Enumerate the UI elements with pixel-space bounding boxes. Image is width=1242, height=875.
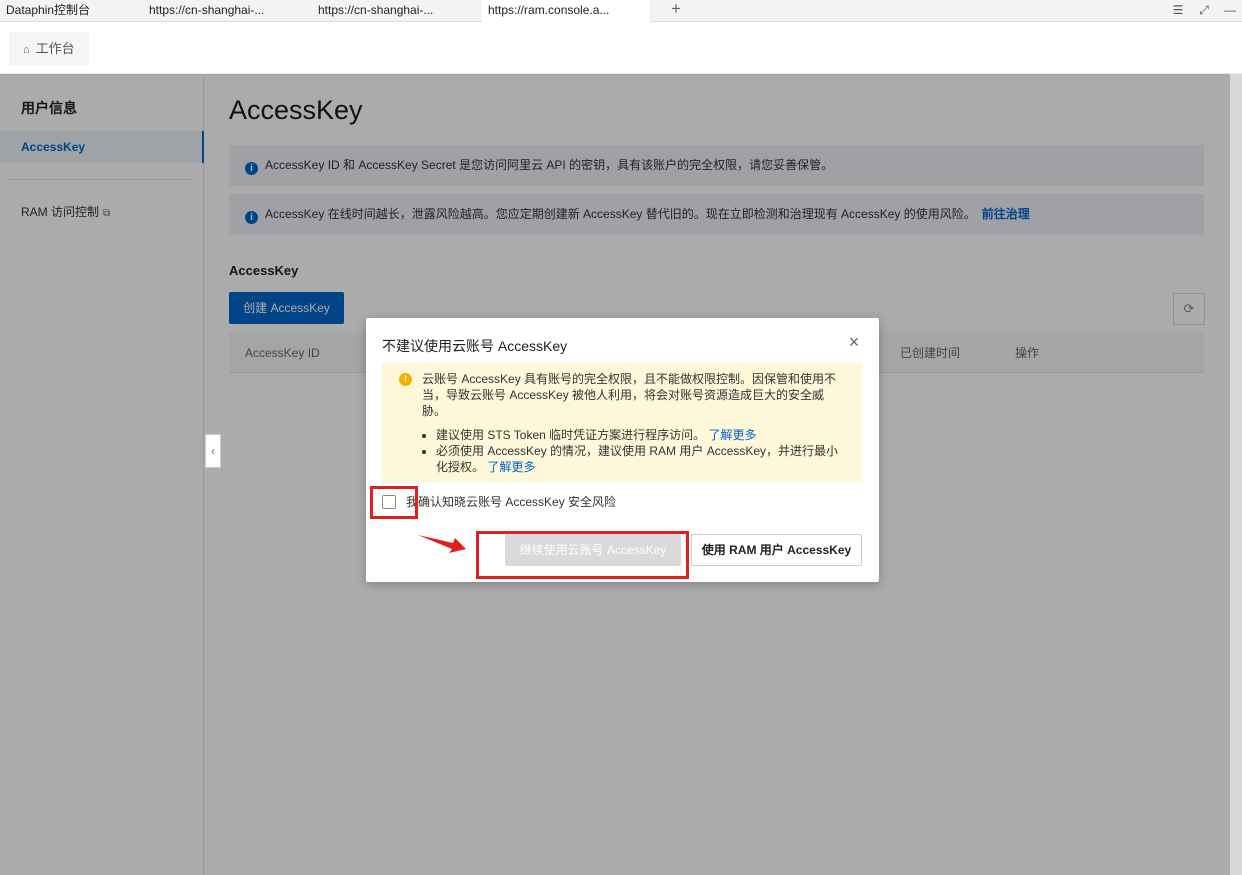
recommendation-list: 建议使用 STS Token 临时凭证方案进行程序访问。 了解更多 必须使用 A… xyxy=(422,427,848,475)
browser-tab-bar: Dataphin控制台 https://cn-shanghai-... http… xyxy=(0,0,1242,22)
learn-more-link[interactable]: 了解更多 xyxy=(709,428,757,442)
use-ram-accesskey-button[interactable]: 使用 RAM 用户 AccessKey xyxy=(691,534,862,566)
menu-icon[interactable]: ☰ xyxy=(1170,1,1186,19)
workbench-button[interactable]: ⌂ 工作台 xyxy=(9,32,89,65)
expand-icon[interactable]: ⤢ xyxy=(1196,1,1212,19)
warning-icon: ! xyxy=(399,373,412,386)
warning-alert: ! 云账号 AccessKey 具有账号的完全权限，且不能做权限控制。因保管和使… xyxy=(382,363,862,482)
workbench-label: 工作台 xyxy=(35,41,75,56)
browser-tab[interactable]: https://cn-shanghai-... xyxy=(312,0,480,22)
list-item: 必须使用 AccessKey 的情况，建议使用 RAM 用户 AccessKey… xyxy=(436,443,848,475)
top-nav: ⌂ 工作台 xyxy=(0,23,1242,74)
browser-tab-active[interactable]: https://ram.console.a... xyxy=(482,0,650,22)
annotation-box-button xyxy=(476,531,689,579)
browser-tab[interactable]: Dataphin控制台 xyxy=(0,0,142,22)
annotation-arrow-icon xyxy=(418,535,466,553)
annotation-box-checkbox xyxy=(370,486,418,519)
minimize-icon[interactable]: — xyxy=(1222,1,1238,19)
warning-text: 云账号 AccessKey 具有账号的完全权限，且不能做权限控制。因保管和使用不… xyxy=(422,372,837,418)
browser-tab[interactable]: https://cn-shanghai-... xyxy=(143,0,311,22)
sidebar-collapse-button[interactable]: ‹ xyxy=(205,434,221,468)
learn-more-link[interactable]: 了解更多 xyxy=(487,460,535,474)
home-icon: ⌂ xyxy=(23,44,30,56)
dialog-title: 不建议使用云账号 AccessKey xyxy=(382,338,568,354)
bullet-text: 建议使用 STS Token 临时凭证方案进行程序访问。 xyxy=(436,428,706,442)
close-icon[interactable]: × xyxy=(844,332,864,352)
new-tab-button[interactable]: + xyxy=(668,0,684,20)
checkbox-label[interactable]: 我确认知晓云账号 AccessKey 安全风险 xyxy=(406,494,616,510)
list-item: 建议使用 STS Token 临时凭证方案进行程序访问。 了解更多 xyxy=(436,427,848,443)
scrollbar[interactable] xyxy=(1230,74,1242,875)
